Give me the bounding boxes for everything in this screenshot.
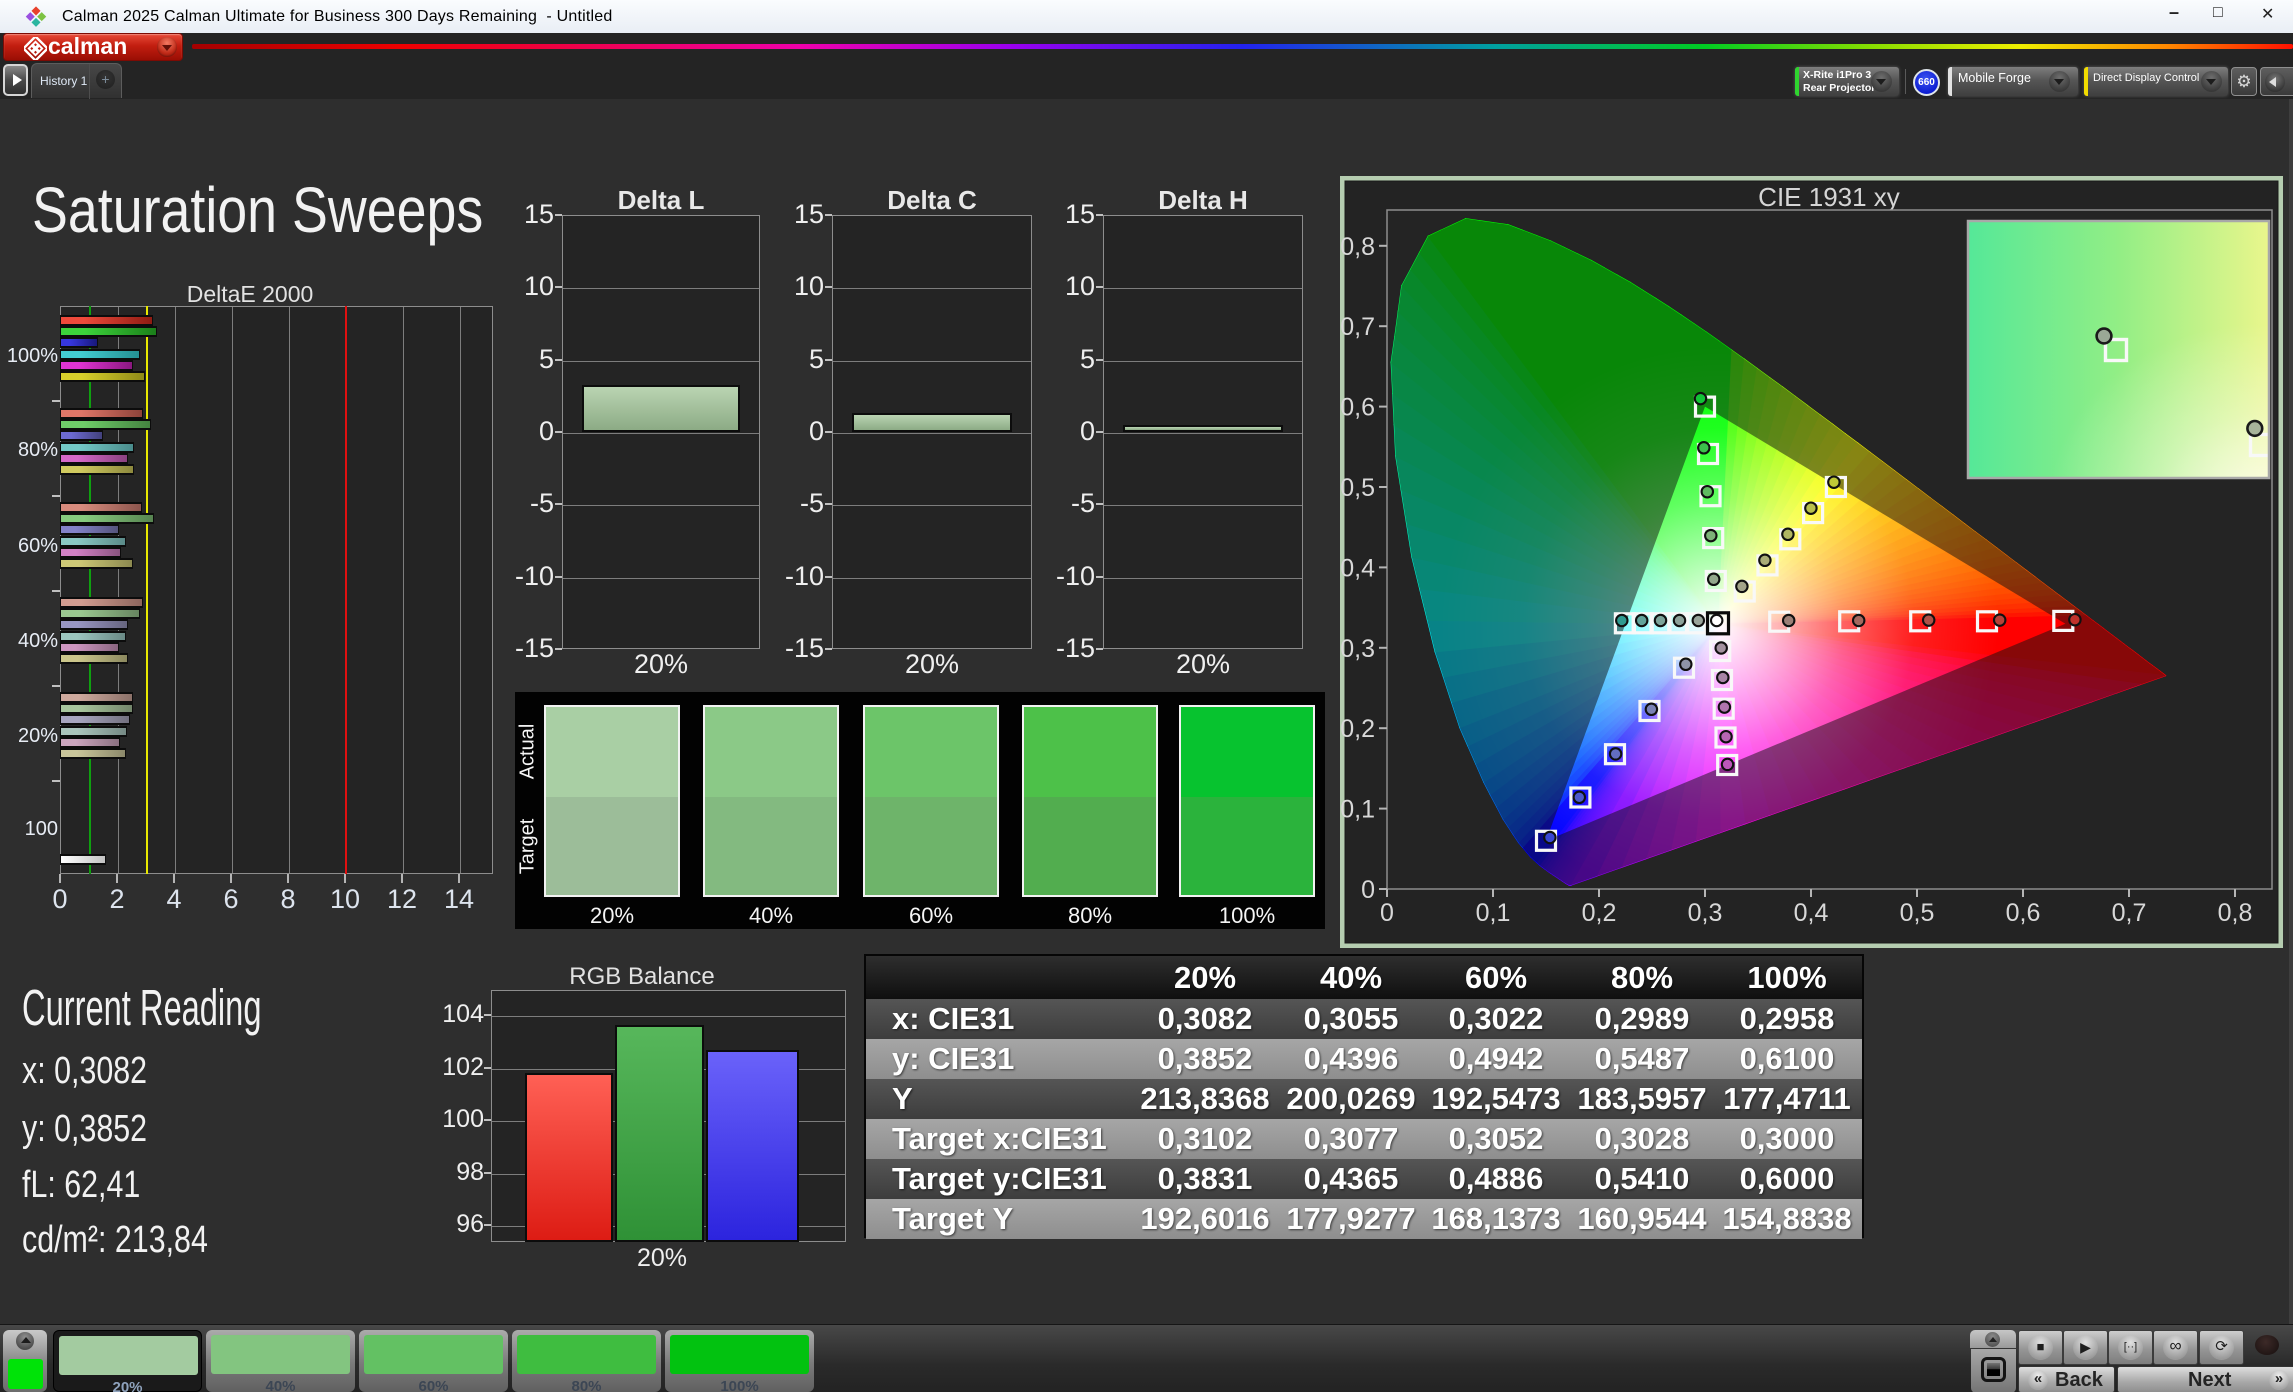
svg-text:0,2: 0,2 <box>1582 899 1617 927</box>
svg-text:0,8: 0,8 <box>2218 899 2253 927</box>
svg-text:0,3: 0,3 <box>1688 899 1723 927</box>
svg-text:0,4: 0,4 <box>1794 899 1829 927</box>
svg-text:0,1: 0,1 <box>1476 899 1511 927</box>
svg-text:0: 0 <box>1361 876 1375 904</box>
svg-text:0,5: 0,5 <box>1340 474 1375 502</box>
svg-text:0,7: 0,7 <box>1340 313 1375 341</box>
svg-text:CIE 1931 xy: CIE 1931 xy <box>1758 182 1900 212</box>
svg-text:0: 0 <box>1380 899 1394 927</box>
svg-text:0,3: 0,3 <box>1340 635 1375 663</box>
svg-text:0,6: 0,6 <box>2006 899 2041 927</box>
svg-text:0,8: 0,8 <box>1340 233 1375 261</box>
svg-text:0,1: 0,1 <box>1340 796 1375 824</box>
svg-text:0,4: 0,4 <box>1340 554 1375 582</box>
svg-text:0,7: 0,7 <box>2112 899 2147 927</box>
svg-text:0,5: 0,5 <box>1900 899 1935 927</box>
svg-text:0,6: 0,6 <box>1340 394 1375 422</box>
svg-text:0,2: 0,2 <box>1340 715 1375 743</box>
